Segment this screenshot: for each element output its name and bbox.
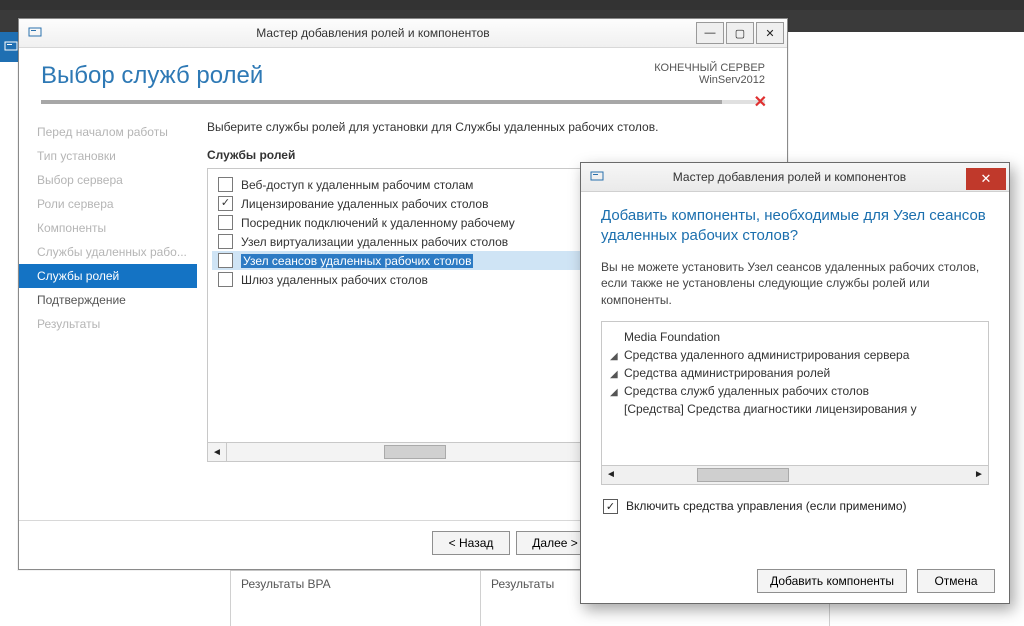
wizard-nav-item: Тип установки bbox=[19, 144, 197, 168]
scroll-left-button[interactable]: ◄ bbox=[602, 466, 620, 484]
tree-node-label: Средства администрирования ролей bbox=[624, 366, 830, 380]
scroll-thumb[interactable] bbox=[697, 468, 789, 482]
dialog-titlebar[interactable]: Мастер добавления ролей и компонентов ✕ bbox=[581, 163, 1009, 192]
wizard-nav-item: Перед началом работы bbox=[19, 120, 197, 144]
dialog-title: Мастер добавления ролей и компонентов bbox=[613, 170, 966, 184]
tree-node[interactable]: [Средства] Средства диагностики лицензир… bbox=[610, 400, 984, 418]
tree-node-label: [Средства] Средства диагностики лицензир… bbox=[624, 402, 917, 416]
tree-list[interactable]: Media Foundation ◢ Средства удаленного адм… bbox=[602, 322, 988, 465]
wizard-header: Выбор служб ролей КОНЕЧНЫЙ СЕРВЕР WinSer… bbox=[19, 48, 787, 112]
expander-icon[interactable]: ◢ bbox=[610, 351, 620, 362]
wizard-title: Мастер добавления ролей и компонентов bbox=[51, 26, 695, 40]
destination-server-info: КОНЕЧНЫЙ СЕРВЕР WinServ2012 bbox=[654, 62, 765, 86]
add-features-dialog: Мастер добавления ролей и компонентов ✕ … bbox=[580, 162, 1010, 604]
dialog-body: Добавить компоненты, необходимые для Узе… bbox=[581, 192, 1009, 514]
window-frame-top bbox=[0, 0, 1024, 10]
role-service-label: Веб-доступ к удаленным рабочим столам bbox=[241, 178, 473, 192]
wizard-nav-item[interactable]: Подтверждение bbox=[19, 288, 197, 312]
tree-node-label: Media Foundation bbox=[624, 330, 720, 344]
role-services-label: Службы ролей bbox=[207, 148, 771, 162]
back-button[interactable]: < Назад bbox=[432, 531, 510, 555]
expander-icon[interactable]: ◢ bbox=[610, 369, 620, 380]
checkbox-icon[interactable] bbox=[218, 253, 233, 268]
minimize-button[interactable]: — bbox=[696, 22, 724, 44]
server-manager-icon bbox=[587, 167, 607, 187]
checkbox-icon[interactable] bbox=[218, 234, 233, 249]
dialog-paragraph: Вы не можете установить Узел сеансов уда… bbox=[601, 259, 989, 309]
scroll-left-button[interactable]: ◄ bbox=[208, 443, 227, 461]
include-management-tools-checkbox[interactable]: ✓ Включить средства управления (если при… bbox=[603, 499, 989, 514]
scroll-thumb[interactable] bbox=[384, 445, 446, 459]
wizard-nav: Перед началом работыТип установкиВыбор с… bbox=[19, 112, 197, 520]
include-management-tools-label: Включить средства управления (если приме… bbox=[626, 499, 907, 513]
wizard-progress-bar: ✕ bbox=[41, 100, 765, 104]
tree-node-label: Средства служб удаленных рабочих столов bbox=[624, 384, 869, 398]
dialog-cancel-button[interactable]: Отмена bbox=[917, 569, 995, 593]
tree-node-label: Средства удаленного администрирования се… bbox=[624, 348, 909, 362]
dialog-heading: Добавить компоненты, необходимые для Узе… bbox=[601, 206, 989, 247]
checkbox-icon: ✓ bbox=[603, 499, 618, 514]
wizard-titlebar[interactable]: Мастер добавления ролей и компонентов — … bbox=[19, 19, 787, 48]
window-controls: — ▢ ✕ bbox=[695, 20, 785, 46]
tree-node[interactable]: Media Foundation bbox=[610, 328, 984, 346]
wizard-nav-item: Результаты bbox=[19, 312, 197, 336]
wizard-nav-item: Роли сервера bbox=[19, 192, 197, 216]
dialog-footer: Добавить компоненты Отмена bbox=[757, 569, 995, 593]
checkbox-icon[interactable]: ✓ bbox=[218, 196, 233, 211]
maximize-button[interactable]: ▢ bbox=[726, 22, 754, 44]
progress-fill bbox=[41, 100, 722, 104]
checkbox-icon[interactable] bbox=[218, 272, 233, 287]
checkbox-icon[interactable] bbox=[218, 215, 233, 230]
add-features-button[interactable]: Добавить компоненты bbox=[757, 569, 907, 593]
role-service-label: Узел виртуализации удаленных рабочих сто… bbox=[241, 235, 508, 249]
wizard-nav-item: Компоненты bbox=[19, 216, 197, 240]
role-service-label: Посредник подключений к удаленному рабоч… bbox=[241, 216, 515, 230]
destination-server-name: WinServ2012 bbox=[654, 74, 765, 86]
scroll-right-button[interactable]: ► bbox=[970, 466, 988, 484]
required-features-tree[interactable]: Media Foundation ◢ Средства удаленного адм… bbox=[601, 321, 989, 485]
destination-server-label: КОНЕЧНЫЙ СЕРВЕР bbox=[654, 62, 765, 74]
tree-node[interactable]: ◢ Средства администрирования ролей bbox=[610, 364, 984, 382]
tree-node[interactable]: ◢ Средства служб удаленных рабочих столов bbox=[610, 382, 984, 400]
scroll-track[interactable] bbox=[620, 466, 970, 484]
checkbox-icon[interactable] bbox=[218, 177, 233, 192]
wizard-nav-item: Выбор сервера bbox=[19, 168, 197, 192]
tree-node[interactable]: ◢ Средства удаленного администрирования с… bbox=[610, 346, 984, 364]
dialog-close-button[interactable]: ✕ bbox=[966, 168, 1006, 190]
error-icon: ✕ bbox=[754, 92, 767, 112]
wizard-nav-item: Службы удаленных рабо... bbox=[19, 240, 197, 264]
close-button[interactable]: ✕ bbox=[756, 22, 784, 44]
expander-icon[interactable]: ◢ bbox=[610, 387, 620, 398]
role-service-label: Узел сеансов удаленных рабочих столов bbox=[241, 254, 473, 268]
instruction-text: Выберите службы ролей для установки для … bbox=[207, 120, 771, 134]
wizard-nav-item[interactable]: Службы ролей bbox=[19, 264, 197, 288]
role-service-label: Шлюз удаленных рабочих столов bbox=[241, 273, 428, 287]
role-service-label: Лицензирование удаленных рабочих столов bbox=[241, 197, 488, 211]
tree-horizontal-scrollbar[interactable]: ◄ ► bbox=[602, 465, 988, 484]
server-manager-icon bbox=[25, 23, 45, 43]
